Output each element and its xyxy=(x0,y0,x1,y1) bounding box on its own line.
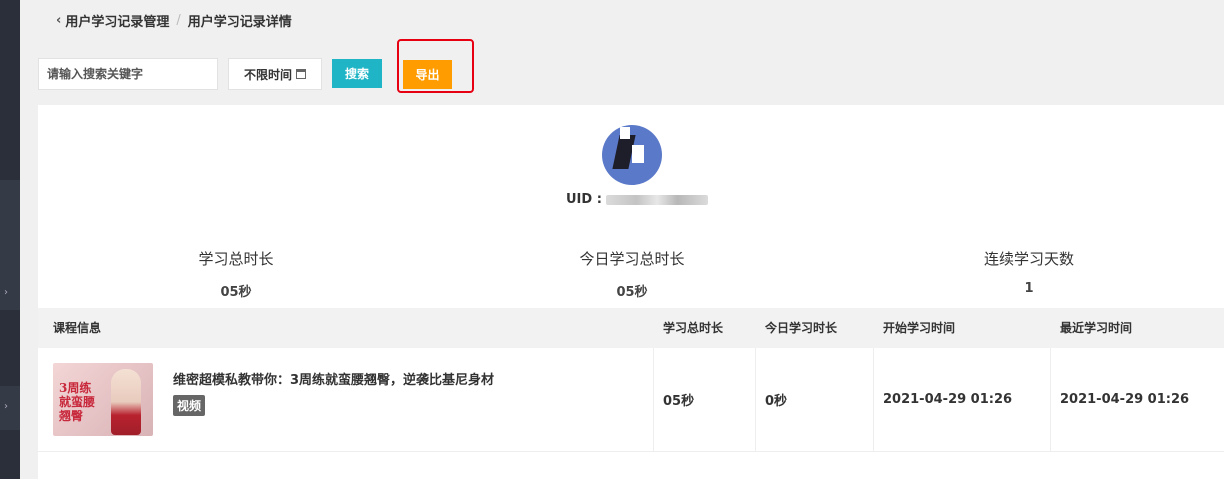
column-divider xyxy=(873,348,874,451)
breadcrumb-current: 用户学习记录详情 xyxy=(187,14,292,30)
course-type-badge: 视频 xyxy=(173,395,206,416)
avatar-shape xyxy=(632,145,644,163)
column-header-start: 开始学习时间 xyxy=(883,321,956,335)
stat-label: 连续学习天数 xyxy=(983,250,1074,268)
search-input[interactable] xyxy=(38,58,218,90)
learning-record-card: UID : 学习总时长 05秒 今日学习总时长 05秒 连续学习天数 1 课程信… xyxy=(38,105,1224,479)
table-row[interactable]: 3周练就蛮腰翘臀 维密超模私教带你：3周练就蛮腰翘臀，逆袭比基尼身材 视频 05… xyxy=(38,348,1224,452)
cell-total-duration: 05秒 xyxy=(663,394,695,409)
date-filter[interactable]: 不限时间 xyxy=(228,58,322,90)
date-filter-label: 不限时间 xyxy=(243,67,292,82)
column-header-total: 学习总时长 xyxy=(663,321,724,335)
breadcrumb-parent-link[interactable]: 用户学习记录管理 xyxy=(65,11,169,30)
column-header-latest: 最近学习时间 xyxy=(1060,321,1133,335)
sidebar: › › xyxy=(0,0,20,479)
calendar-icon xyxy=(296,69,306,79)
column-header-today: 今日学习时长 xyxy=(765,321,838,335)
cell-latest-time: 2021-04-29 01:26 xyxy=(1060,392,1190,407)
course-title[interactable]: 维密超模私教带你：3周练就蛮腰翘臀，逆袭比基尼身材 xyxy=(173,369,494,388)
user-uid: UID : xyxy=(566,192,708,207)
column-divider xyxy=(755,348,756,451)
stat-today-duration: 今日学习总时长 05秒 xyxy=(532,248,732,300)
thumbnail-figure xyxy=(111,369,141,435)
stat-label: 今日学习总时长 xyxy=(579,250,685,268)
uid-label: UID : xyxy=(566,192,602,207)
chevron-right-icon[interactable]: › xyxy=(4,287,12,298)
table-header: 课程信息 学习总时长 今日学习时长 开始学习时间 最近学习时间 xyxy=(38,308,1224,348)
column-header-course: 课程信息 xyxy=(53,321,102,335)
column-divider xyxy=(1050,348,1051,451)
search-button[interactable]: 搜索 xyxy=(332,59,382,88)
chevron-right-icon[interactable]: › xyxy=(4,401,12,412)
course-thumbnail[interactable]: 3周练就蛮腰翘臀 xyxy=(53,363,153,436)
stat-value: 05秒 xyxy=(220,285,252,300)
cell-start-time: 2021-04-29 01:26 xyxy=(883,392,1013,407)
column-divider xyxy=(653,348,654,451)
uid-value-redacted xyxy=(605,194,708,205)
stat-value: 05秒 xyxy=(616,285,648,300)
export-button[interactable]: 导出 xyxy=(403,60,452,89)
stat-streak-days: 连续学习天数 1 xyxy=(929,248,1129,296)
stat-value: 1 xyxy=(1024,281,1034,296)
cell-today-duration: 0秒 xyxy=(765,394,788,409)
breadcrumb-separator: / xyxy=(176,12,181,28)
breadcrumb: ‹ 用户学习记录管理 / 用户学习记录详情 xyxy=(56,11,292,30)
avatar xyxy=(602,125,662,185)
thumbnail-text: 3周练就蛮腰翘臀 xyxy=(59,381,96,423)
back-chevron-icon[interactable]: ‹ xyxy=(56,13,61,28)
avatar-shape xyxy=(620,127,630,139)
stat-total-duration: 学习总时长 05秒 xyxy=(136,248,336,300)
stat-label: 学习总时长 xyxy=(198,250,274,268)
